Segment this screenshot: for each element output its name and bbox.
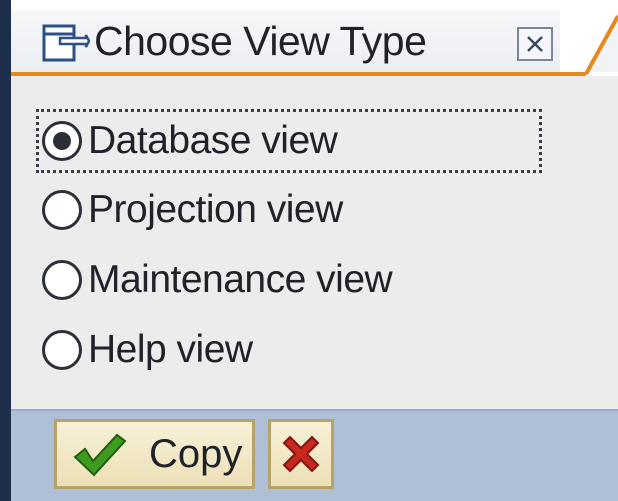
radio-button[interactable] [42, 330, 82, 370]
title-tab-slant [560, 10, 618, 75]
choose-view-type-dialog: Choose View Type Database view Projectio… [0, 0, 618, 501]
dialog-window-icon [42, 24, 91, 64]
option-label: Projection view [88, 188, 343, 231]
red-x-icon [282, 435, 320, 473]
window-top-strip [11, 0, 618, 10]
green-check-icon [73, 433, 127, 477]
radio-option-maintenance-view[interactable]: Maintenance view [42, 253, 393, 307]
close-x-icon [527, 36, 543, 52]
copy-button-label: Copy [149, 431, 243, 476]
window-left-border [0, 0, 11, 501]
option-label: Maintenance view [88, 258, 393, 301]
radio-button[interactable] [42, 190, 82, 230]
radio-button-selected[interactable] [42, 121, 82, 161]
radio-option-help-view[interactable]: Help view [42, 323, 253, 377]
radio-option-projection-view[interactable]: Projection view [42, 183, 343, 237]
radio-button[interactable] [42, 260, 82, 300]
copy-button[interactable]: Copy [54, 419, 255, 489]
close-button[interactable] [517, 27, 553, 61]
option-label: Database view [88, 119, 338, 162]
cancel-button[interactable] [268, 419, 334, 489]
footer-divider [11, 409, 618, 411]
option-label: Help view [88, 328, 253, 371]
radio-option-database-view[interactable]: Database view [42, 114, 338, 168]
dialog-title: Choose View Type [94, 18, 427, 64]
